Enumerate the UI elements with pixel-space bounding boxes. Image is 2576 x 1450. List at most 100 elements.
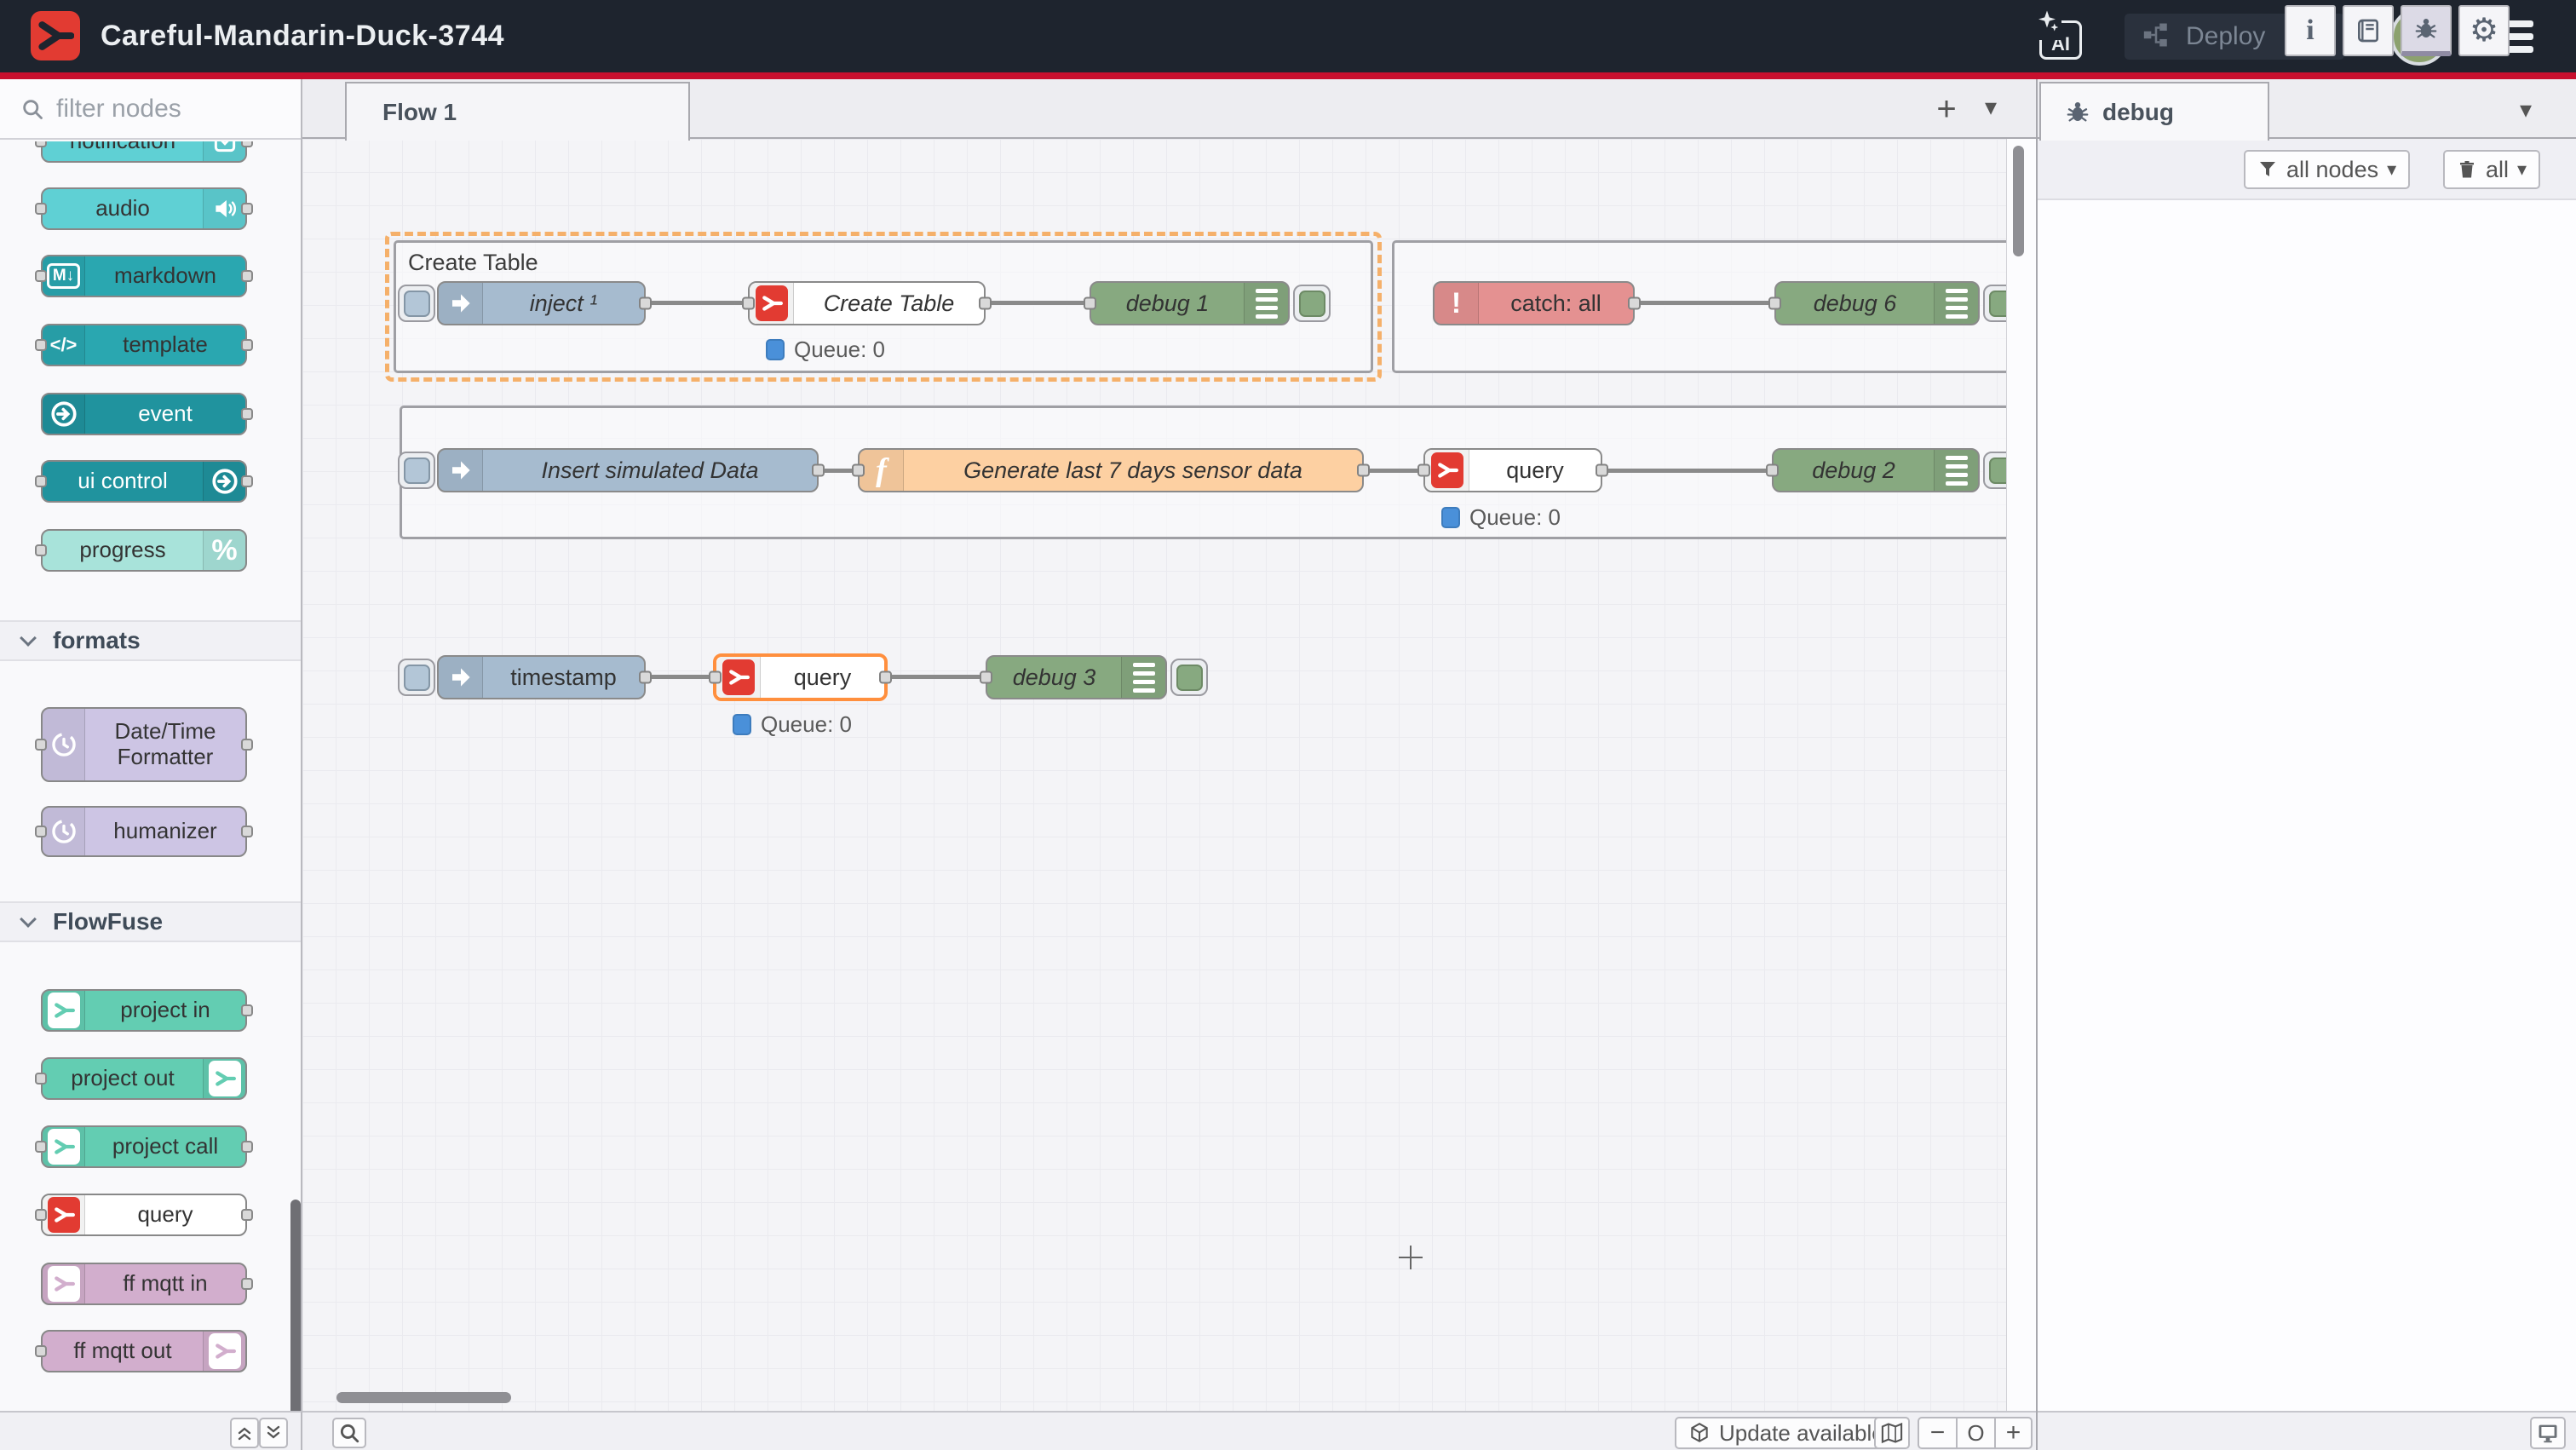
palette-expand-all-button[interactable] [259, 1418, 288, 1448]
port-in[interactable] [35, 1141, 47, 1153]
wire[interactable] [646, 675, 713, 679]
palette-node-ff-mqtt-in[interactable]: ff mqtt in [41, 1263, 247, 1305]
palette-node-notification[interactable]: notification [41, 141, 247, 163]
navigator-map-button[interactable] [1874, 1417, 1910, 1449]
port-in[interactable] [35, 203, 47, 215]
wire[interactable] [986, 301, 1090, 305]
node-debug-3[interactable]: debug 3 [986, 655, 1167, 699]
node-generate-sensor-data[interactable]: f Generate last 7 days sensor data [858, 448, 1364, 492]
port-out[interactable] [979, 297, 992, 310]
port-in[interactable] [709, 671, 722, 684]
port-in[interactable] [35, 1209, 47, 1221]
port-out[interactable] [241, 408, 253, 420]
inject-button[interactable] [398, 285, 435, 322]
node-create-table[interactable]: Create Table [748, 281, 986, 325]
node-timestamp[interactable]: timestamp [437, 655, 646, 699]
palette-node-project-in[interactable]: project in [41, 989, 247, 1032]
node-query-3-selected[interactable]: query [713, 653, 888, 701]
port-in[interactable] [1417, 464, 1430, 477]
ai-assistant-button[interactable]: AI [2036, 14, 2085, 61]
port-in[interactable] [35, 544, 47, 556]
port-out[interactable] [639, 297, 652, 310]
info-tab-button[interactable]: i [2285, 5, 2336, 56]
sidebar-tabs-caret-icon[interactable]: ▾ [2520, 95, 2532, 124]
node-debug-2[interactable]: debug 2 [1772, 448, 1980, 492]
zoom-in-button[interactable]: + [1994, 1417, 2033, 1449]
node-catch-all[interactable]: ! catch: all [1433, 281, 1635, 325]
port-out[interactable] [241, 739, 253, 751]
inject-button[interactable] [398, 659, 435, 696]
palette-node-humanizer[interactable]: humanizer [41, 806, 247, 857]
port-out[interactable] [241, 141, 253, 147]
port-out[interactable] [241, 1209, 253, 1221]
port-out[interactable] [639, 671, 652, 684]
palette-collapse-all-button[interactable] [230, 1418, 259, 1448]
port-out[interactable] [1596, 464, 1608, 477]
canvas-horizontal-scrollbar[interactable] [336, 1392, 511, 1403]
port-out[interactable] [1357, 464, 1370, 477]
port-in[interactable] [35, 739, 47, 751]
port-out[interactable] [241, 475, 253, 487]
canvas-search-button[interactable] [332, 1418, 366, 1448]
node-debug-6[interactable]: debug 6 [1774, 281, 1980, 325]
palette-node-ui-control[interactable]: ui control [41, 460, 247, 503]
wire[interactable] [1602, 469, 1772, 473]
port-in[interactable] [1766, 464, 1779, 477]
port-in[interactable] [35, 475, 47, 487]
tab-debug[interactable]: debug [2039, 82, 2269, 141]
config-tab-button[interactable]: ⚙ [2458, 5, 2510, 56]
port-out[interactable] [241, 203, 253, 215]
palette-node-ff-mqtt-out[interactable]: ff mqtt out [41, 1330, 247, 1372]
zoom-out-button[interactable]: − [1918, 1417, 1956, 1449]
flowfuse-logo-icon[interactable] [31, 11, 80, 60]
node-query-2[interactable]: query [1423, 448, 1602, 492]
port-in[interactable] [35, 141, 47, 147]
port-in[interactable] [35, 270, 47, 282]
palette-scroll-area[interactable]: notification audio M↓ markdown [0, 141, 301, 1411]
tab-flow-1[interactable]: Flow 1 [345, 82, 690, 141]
port-out[interactable] [241, 339, 253, 351]
palette-node-query[interactable]: query [41, 1194, 247, 1236]
port-in[interactable] [980, 671, 992, 684]
palette-node-progress[interactable]: progress % [41, 529, 247, 572]
port-in[interactable] [1084, 297, 1096, 310]
palette-search[interactable] [0, 79, 301, 140]
port-out[interactable] [241, 1141, 253, 1153]
port-out[interactable] [1628, 297, 1641, 310]
palette-node-template[interactable]: </> template [41, 324, 247, 366]
palette-node-datetime-formatter[interactable]: Date/Time Formatter [41, 707, 247, 782]
inject-button[interactable] [398, 452, 435, 489]
zoom-reset-button[interactable]: O [1956, 1417, 1994, 1449]
palette-node-project-call[interactable]: project call [41, 1125, 247, 1168]
palette-node-markdown[interactable]: M↓ markdown [41, 255, 247, 297]
canvas-vertical-scrollbar[interactable] [2013, 146, 2024, 256]
node-debug-1[interactable]: debug 1 [1090, 281, 1290, 325]
node-inject-1[interactable]: inject ¹ [437, 281, 646, 325]
expand-sidebar-button[interactable] [2530, 1417, 2566, 1449]
port-out[interactable] [241, 826, 253, 837]
palette-node-audio[interactable]: audio [41, 187, 247, 230]
palette-section-formats[interactable]: formats [0, 620, 301, 661]
port-out[interactable] [241, 1004, 253, 1016]
wire[interactable] [1635, 301, 1774, 305]
palette-node-event[interactable]: event [41, 393, 247, 435]
port-in[interactable] [35, 1345, 47, 1357]
port-in[interactable] [852, 464, 865, 477]
debug-clear-button[interactable]: all ▾ [2443, 150, 2540, 189]
wire[interactable] [888, 675, 986, 679]
debug-toggle-button[interactable] [1293, 285, 1331, 322]
add-flow-button[interactable]: + [1925, 89, 1968, 129]
port-in[interactable] [1768, 297, 1781, 310]
palette-node-project-out[interactable]: project out [41, 1057, 247, 1100]
port-out[interactable] [241, 270, 253, 282]
debug-toggle-button[interactable] [1170, 659, 1208, 696]
port-out[interactable] [879, 671, 892, 684]
flow-list-caret-icon[interactable]: ▾ [1985, 93, 1997, 121]
debug-filter-button[interactable]: all nodes ▾ [2244, 150, 2410, 189]
port-out[interactable] [812, 464, 825, 477]
port-in[interactable] [35, 1073, 47, 1085]
wire[interactable] [646, 301, 748, 305]
filter-nodes-input[interactable] [56, 95, 269, 124]
port-in[interactable] [742, 297, 755, 310]
flow-canvas[interactable]: Create Table inject ¹ Create [302, 139, 2036, 1411]
